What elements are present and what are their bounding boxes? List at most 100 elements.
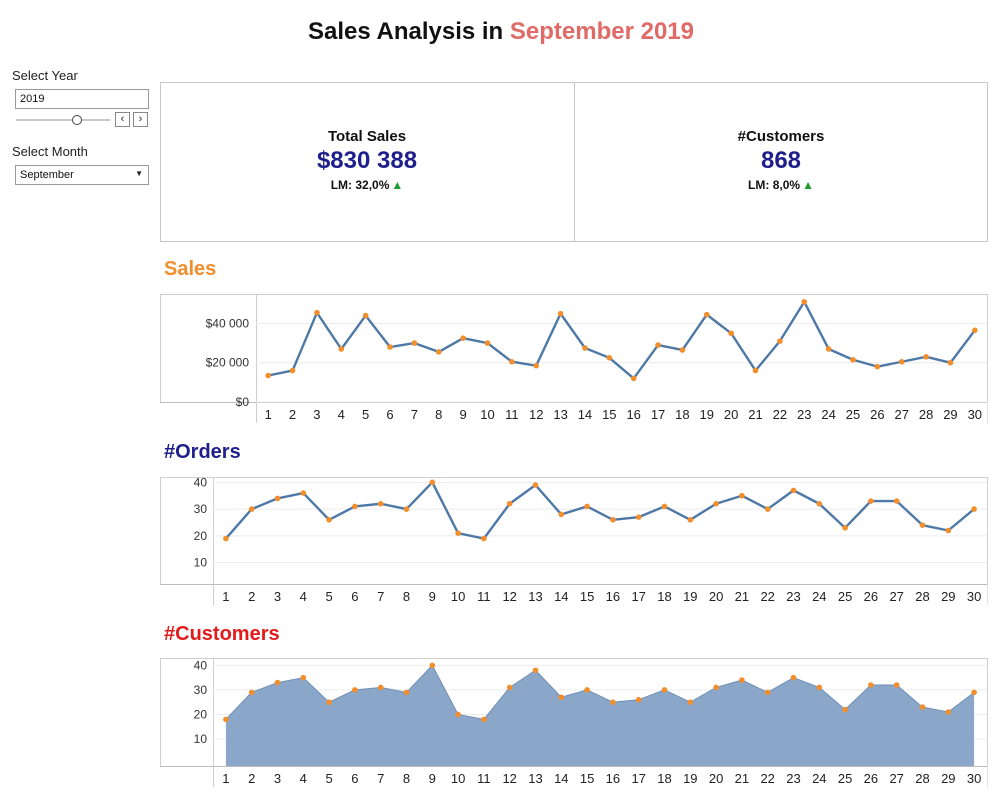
- data-point: [429, 479, 436, 486]
- y-tick-label: $40 000: [206, 316, 250, 330]
- data-point: [558, 511, 565, 518]
- x-tick-label: 9: [459, 407, 466, 422]
- x-tick-label: 16: [626, 407, 640, 422]
- data-point: [584, 503, 590, 510]
- x-tick-label: 15: [580, 771, 594, 786]
- chart-frame: [160, 294, 988, 403]
- x-tick-label: 4: [300, 771, 307, 786]
- x-tick-label: 25: [838, 771, 852, 786]
- x-tick-label: 17: [631, 589, 645, 604]
- data-point: [842, 525, 848, 531]
- data-point: [352, 503, 358, 510]
- data-point: [377, 500, 384, 507]
- data-point: [898, 358, 905, 365]
- data-point: [893, 498, 900, 504]
- x-tick-label: 24: [821, 407, 835, 422]
- data-point: [971, 506, 977, 512]
- data-point: [713, 684, 719, 691]
- y-tick-label: 30: [194, 683, 208, 697]
- data-point: [919, 704, 926, 710]
- data-point: [655, 342, 661, 348]
- x-tick-label: 6: [351, 589, 358, 604]
- data-point: [584, 687, 590, 693]
- series-line: [267, 300, 976, 380]
- y-tick-label: 20: [194, 707, 208, 721]
- data-point: [387, 344, 393, 350]
- data-point: [455, 711, 461, 718]
- x-tick-label: 27: [889, 589, 903, 604]
- x-tick-label: 10: [451, 771, 465, 786]
- data-point: [326, 517, 332, 523]
- x-tick-label: 22: [760, 589, 774, 604]
- data-point: [429, 662, 436, 669]
- data-point: [582, 345, 588, 351]
- data-point: [532, 667, 539, 674]
- data-point: [506, 684, 513, 691]
- data-point: [687, 699, 694, 705]
- data-point: [630, 375, 637, 382]
- x-tick-label: 2: [289, 407, 296, 422]
- x-tick-label: 13: [528, 771, 542, 786]
- data-point: [947, 359, 954, 366]
- x-tick-label: 30: [968, 407, 982, 422]
- x-tick-label: 24: [812, 771, 826, 786]
- data-point: [377, 684, 384, 691]
- x-tick-label: 7: [411, 407, 418, 422]
- data-point: [484, 340, 491, 346]
- x-tick-label: 8: [435, 407, 442, 422]
- x-tick-label: 21: [735, 771, 749, 786]
- data-point: [825, 346, 832, 352]
- x-tick-label: 14: [554, 589, 568, 604]
- x-tick-label: 17: [651, 407, 665, 422]
- x-tick-label: 19: [700, 407, 714, 422]
- data-point: [403, 689, 410, 696]
- data-point: [509, 358, 515, 365]
- series-line: [224, 481, 975, 540]
- data-point: [790, 674, 797, 681]
- data-point: [739, 492, 745, 499]
- data-point: [338, 346, 345, 352]
- x-tick-label: 11: [477, 589, 491, 604]
- x-tick-label: 10: [480, 407, 494, 422]
- data-point: [635, 696, 642, 703]
- x-tick-label: 9: [429, 771, 436, 786]
- data-point: [558, 694, 565, 701]
- data-point: [506, 500, 513, 507]
- x-tick-label: 18: [657, 589, 671, 604]
- y-tick-label: 10: [194, 556, 208, 570]
- data-point: [661, 503, 668, 510]
- x-tick-label: 17: [631, 771, 645, 786]
- x-tick-label: 13: [553, 407, 567, 422]
- y-tick-label: 30: [194, 502, 208, 516]
- x-tick-label: 16: [606, 589, 620, 604]
- data-point: [868, 682, 874, 688]
- x-tick-label: 11: [477, 771, 491, 786]
- x-tick-label: 29: [943, 407, 957, 422]
- y-tick-label: 40: [194, 658, 208, 672]
- x-tick-label: 22: [773, 407, 787, 422]
- data-point: [752, 367, 759, 374]
- x-tick-label: 14: [554, 771, 568, 786]
- y-tick-label: 20: [194, 529, 208, 543]
- x-tick-label: 1: [222, 771, 229, 786]
- x-tick-label: 5: [362, 407, 369, 422]
- x-tick-label: 23: [786, 589, 800, 604]
- data-point: [893, 682, 900, 688]
- x-tick-label: 8: [403, 589, 410, 604]
- x-tick-label: 11: [505, 407, 519, 422]
- x-tick-label: 7: [377, 589, 384, 604]
- data-point: [842, 706, 848, 713]
- data-point: [874, 363, 881, 370]
- x-tick-label: 26: [864, 589, 878, 604]
- x-tick-label: 12: [529, 407, 543, 422]
- x-tick-label: 4: [300, 589, 307, 604]
- data-point: [713, 500, 719, 507]
- x-tick-label: 24: [812, 589, 826, 604]
- x-tick-label: 29: [941, 771, 955, 786]
- x-tick-label: 28: [919, 407, 933, 422]
- data-point: [435, 349, 442, 355]
- x-tick-label: 12: [502, 589, 516, 604]
- data-point: [728, 330, 734, 337]
- data-point: [610, 699, 616, 705]
- x-tick-label: 16: [606, 771, 620, 786]
